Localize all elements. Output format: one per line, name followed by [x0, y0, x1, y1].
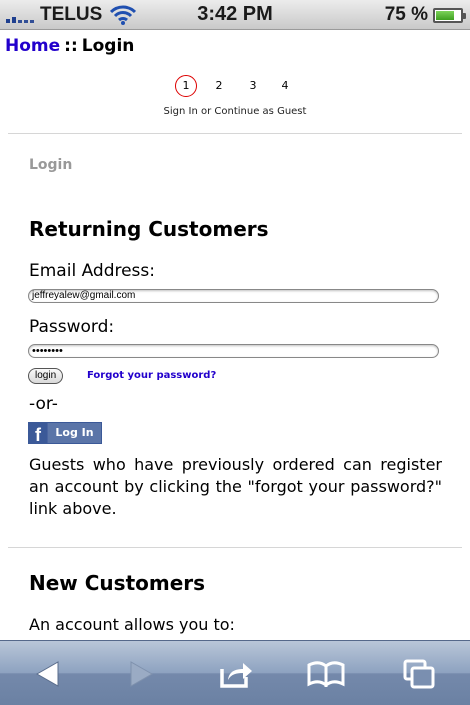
facebook-login-button[interactable]: f Log In — [28, 422, 102, 445]
bookmarks-button[interactable] — [296, 641, 356, 705]
breadcrumb-separator: :: — [64, 36, 78, 56]
battery-level — [436, 11, 454, 20]
breadcrumb-home-link[interactable]: Home — [5, 36, 60, 56]
or-separator: -or- — [29, 394, 58, 414]
facebook-icon: f — [29, 423, 48, 445]
facebook-login-label: Log In — [55, 426, 94, 439]
password-field[interactable]: •••••••• — [28, 344, 439, 358]
share-icon — [220, 662, 252, 688]
breadcrumb-current: Login — [81, 36, 135, 56]
divider — [8, 547, 462, 548]
step-3: 3 — [249, 79, 257, 92]
account-benefits-intro: An account allows you to: — [29, 615, 235, 634]
breadcrumb: Home:: Login — [5, 36, 134, 56]
checkout-steps: 1 2 3 4 — [0, 75, 470, 99]
back-arrow-icon — [35, 660, 59, 687]
forward-arrow-icon — [130, 660, 154, 687]
pages-button[interactable] — [389, 641, 449, 705]
login-button[interactable]: login — [28, 368, 64, 384]
divider — [8, 133, 462, 134]
step-1: 1 — [175, 75, 197, 97]
email-label: Email Address: — [29, 261, 155, 281]
forgot-password-link[interactable]: Forgot your password? — [87, 370, 216, 381]
status-bar: TELUS 3:42 PM 75 % — [0, 0, 470, 30]
step-2: 2 — [215, 79, 223, 92]
battery-icon — [433, 8, 466, 23]
guests-info-text: Guests who have previously ordered can r… — [29, 455, 442, 518]
new-customers-heading: New Customers — [29, 571, 206, 595]
returning-customers-heading: Returning Customers — [29, 217, 269, 241]
section-label: Login — [29, 157, 73, 173]
password-label: Password: — [29, 317, 115, 337]
browser-toolbar — [0, 640, 470, 705]
bookmarks-icon — [307, 660, 345, 687]
pages-icon — [403, 659, 435, 688]
back-button[interactable] — [18, 641, 78, 705]
step-4: 4 — [281, 79, 289, 92]
battery-percent: 75 % — [384, 4, 428, 25]
page-content: Home:: Login 1 2 3 4 Sign In or Continue … — [0, 31, 470, 640]
steps-caption: Sign In or Continue as Guest — [163, 106, 307, 117]
forward-button[interactable] — [111, 641, 171, 705]
share-button[interactable] — [207, 641, 267, 705]
email-field[interactable]: jeffreyalew@gmail.com — [28, 289, 439, 303]
